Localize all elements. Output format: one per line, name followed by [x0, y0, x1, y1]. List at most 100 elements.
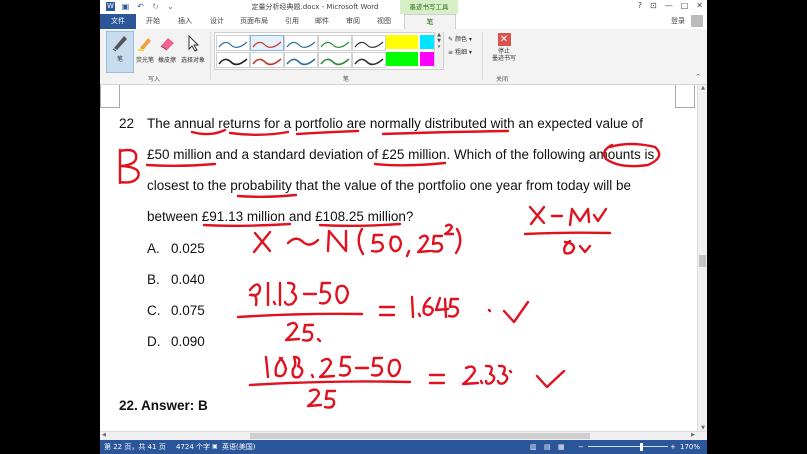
pen-style-4[interactable]: [318, 35, 352, 51]
ink-dot: [508, 369, 513, 374]
proofing-icon[interactable]: ▣: [212, 440, 218, 454]
zoom-out-icon[interactable]: −: [578, 440, 584, 454]
save-icon[interactable]: ▣: [121, 2, 130, 11]
tab-design[interactable]: 设计: [204, 14, 230, 29]
stop-inking-button[interactable]: ✕ 停止 墨迹书写: [486, 33, 522, 62]
eraser-icon: [160, 38, 174, 51]
ink-underline: [295, 129, 360, 136]
highlighter-button[interactable]: 荧光笔: [134, 33, 156, 64]
status-bar: 第 22 页，共 41 页 4724 个字 ▣ 英语(美国) ▥ ▤ ▦ − +…: [100, 440, 707, 454]
close-button[interactable]: ✕: [696, 1, 703, 10]
tab-home[interactable]: 开始: [140, 14, 166, 29]
ink-formula-comma: [405, 249, 411, 258]
pen-style-8[interactable]: [284, 52, 318, 68]
ink-tools-context-label: 墨迹书写工具: [400, 0, 458, 14]
ink-equals: [378, 305, 396, 317]
pen-button[interactable]: 笔: [106, 31, 134, 73]
vertical-scrollbar[interactable]: ▲ ▼: [697, 85, 707, 431]
pen-stroke-icon: [354, 41, 384, 48]
vertical-scroll-thumb[interactable]: [699, 255, 706, 267]
option-letter: B.: [147, 272, 160, 287]
pen-gallery: [214, 32, 444, 70]
ink-zscore-mu: [568, 207, 608, 227]
ink-formula-paren: [357, 227, 365, 256]
scroll-left-icon[interactable]: ◀: [102, 432, 106, 438]
pen-style-7[interactable]: [250, 52, 284, 68]
question-line-4: between £91.13 million and £108.25 milli…: [147, 209, 414, 224]
zoom-in-icon[interactable]: +: [670, 440, 676, 454]
ink-formula-25: [416, 234, 444, 254]
login-link[interactable]: 登录: [671, 15, 685, 28]
ink-formula-n: [326, 229, 348, 253]
ink-calc-2-result: [461, 364, 509, 386]
print-layout-icon[interactable]: ▤: [544, 440, 551, 454]
pen-label: 笔: [116, 56, 123, 63]
tab-review[interactable]: 审阅: [341, 14, 365, 29]
ink-checkmark: [535, 369, 566, 389]
eraser-label: 橡皮擦: [157, 57, 176, 64]
pen-style-5[interactable]: [352, 35, 386, 51]
ink-underline: [145, 162, 217, 167]
pen-style-3[interactable]: [284, 35, 318, 51]
pen-style-6[interactable]: [216, 52, 250, 68]
tab-file[interactable]: 文件: [100, 14, 136, 29]
word-count[interactable]: 4724 个字: [176, 440, 210, 454]
zoom-slider[interactable]: [588, 446, 668, 447]
restore-button[interactable]: □: [681, 1, 689, 10]
horizontal-scroll-thumb[interactable]: [250, 433, 590, 439]
ink-underline: [228, 130, 290, 136]
pen-style-1[interactable]: [216, 35, 250, 51]
tab-pen[interactable]: 笔: [404, 14, 456, 30]
ink-calc-1-denominator: [284, 321, 322, 343]
eraser-button[interactable]: 橡皮擦: [156, 33, 178, 64]
pen-style-9[interactable]: [318, 52, 352, 68]
avatar[interactable]: [691, 15, 703, 27]
pen-stroke-icon: [218, 58, 248, 66]
option-value: 0.075: [171, 303, 205, 318]
document-page[interactable]: 22 The annual returns for a portfolio ar…: [100, 85, 697, 431]
page-count[interactable]: 第 22 页，共 41 页: [104, 440, 166, 454]
tab-references[interactable]: 引用: [280, 14, 304, 29]
select-objects-button[interactable]: 选择对象: [179, 33, 207, 64]
pen-color-icon: ✎: [448, 36, 454, 43]
collapse-ribbon-icon[interactable]: ⌃: [695, 73, 701, 81]
ink-underline: [202, 222, 292, 227]
pen-color-dropdown[interactable]: ✎ 颜色 ▾: [448, 34, 472, 43]
ink-underline: [381, 129, 510, 136]
read-mode-icon[interactable]: ▥: [530, 440, 537, 454]
pen-color-label: 颜色: [454, 36, 467, 43]
ink-fraction-bar: [248, 380, 412, 387]
tab-insert[interactable]: 插入: [172, 14, 198, 29]
ink-fraction-bar: [523, 231, 612, 236]
web-layout-icon[interactable]: ▦: [558, 440, 565, 454]
pen-gallery-scroll[interactable]: ▲ ▼ ▾: [434, 32, 443, 68]
ink-calc-1-result: [410, 295, 460, 319]
pen-style-2-selected[interactable]: [250, 35, 284, 51]
scroll-right-icon[interactable]: ▶: [691, 432, 695, 438]
tab-page-layout[interactable]: 页面布局: [234, 14, 274, 29]
ink-underline: [318, 222, 402, 227]
help-button[interactable]: ?: [638, 1, 642, 10]
ribbon-divider: [210, 32, 211, 80]
pen-stroke-icon: [286, 58, 316, 66]
stop-inking-label-line2: 墨迹书写: [491, 55, 516, 62]
pen-stroke-icon: [252, 41, 282, 48]
pen-stroke-icon: [354, 58, 384, 66]
zoom-slider-knob[interactable]: [640, 443, 643, 451]
zoom-level[interactable]: 170%: [680, 440, 700, 454]
tab-mailings[interactable]: 邮件: [310, 14, 334, 29]
tab-view[interactable]: 视图: [372, 14, 396, 29]
minimize-button[interactable]: —: [665, 1, 673, 10]
scroll-up-icon[interactable]: ▲: [698, 85, 707, 91]
undo-icon[interactable]: ↶: [136, 2, 145, 11]
customize-quick-access-icon[interactable]: ⌄: [166, 2, 175, 11]
highlighter-yellow[interactable]: [386, 35, 418, 49]
highlighter-green[interactable]: [386, 52, 418, 66]
language-indicator[interactable]: 英语(美国): [222, 440, 255, 454]
pen-style-10[interactable]: [352, 52, 386, 68]
redo-icon[interactable]: ↻: [151, 2, 160, 11]
ribbon-display-options-icon[interactable]: ⊡: [650, 1, 657, 10]
margin-corner-mark: [100, 85, 120, 108]
pen-thickness-dropdown[interactable]: ≡ 粗细 ▾: [448, 47, 472, 56]
ink-formula-tilde: [286, 237, 320, 246]
